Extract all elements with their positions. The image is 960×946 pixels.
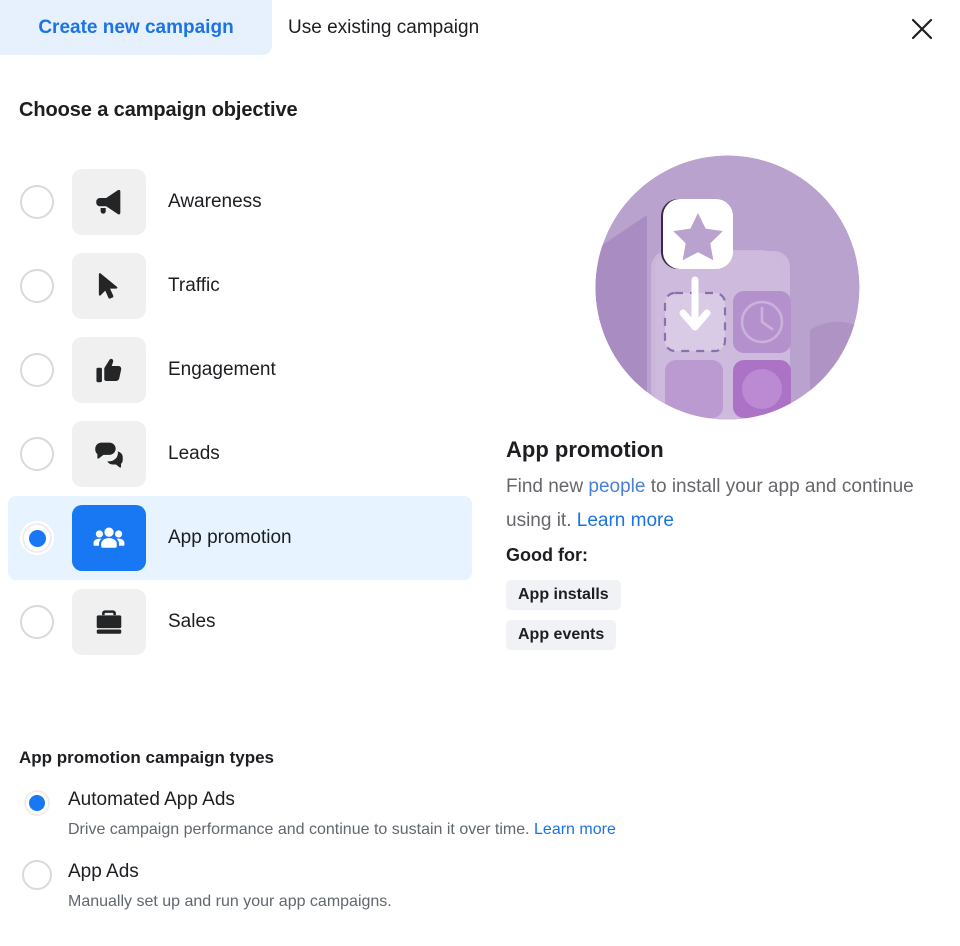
campaign-types-heading: App promotion campaign types <box>19 748 275 767</box>
radio-sales[interactable] <box>20 605 54 639</box>
objective-label-awareness: Awareness <box>168 191 262 212</box>
tab-create-new-campaign-label: Create new campaign <box>38 16 234 38</box>
objective-list: Awareness Traffic Engagement Leads App p… <box>0 160 480 664</box>
app-promotion-illustration <box>595 155 860 420</box>
objective-label-leads: Leads <box>168 443 220 464</box>
people-group-icon <box>72 505 146 571</box>
objective-label-traffic: Traffic <box>168 275 220 296</box>
radio-awareness[interactable] <box>20 185 54 219</box>
chip-app-installs: App installs <box>506 580 621 610</box>
campaign-type-subtitle-text-0: Drive campaign performance and continue … <box>68 821 530 838</box>
tab-use-existing-campaign-label: Use existing campaign <box>288 16 480 38</box>
megaphone-icon <box>72 169 146 235</box>
good-for-chips: App installs App events <box>506 580 621 660</box>
objective-label-sales: Sales <box>168 611 216 632</box>
objective-section-heading: Choose a campaign objective <box>19 99 298 121</box>
close-icon[interactable] <box>902 9 942 49</box>
campaign-type-learn-more-link[interactable]: Learn more <box>534 821 616 838</box>
campaign-type-subtitle-app-ads: Manually set up and run your app campaig… <box>68 888 392 916</box>
detail-desc-part-1: Find new <box>506 476 589 497</box>
briefcase-icon <box>72 589 146 655</box>
tab-create-new-campaign[interactable]: Create new campaign <box>0 0 272 55</box>
campaign-type-title-automated-app-ads: Automated App Ads <box>68 789 235 810</box>
objective-row-traffic[interactable]: Traffic <box>8 244 472 328</box>
campaign-type-subtitle-text-1: Manually set up and run your app campaig… <box>68 893 392 910</box>
objective-row-sales[interactable]: Sales <box>8 580 472 664</box>
detail-title: App promotion <box>506 437 664 462</box>
good-for-label: Good for: <box>506 545 588 565</box>
campaign-type-subtitle-automated-app-ads: Drive campaign performance and continue … <box>68 816 616 844</box>
tab-use-existing-campaign[interactable]: Use existing campaign <box>288 0 538 55</box>
campaign-type-row-automated-app-ads[interactable]: Automated App Ads Drive campaign perform… <box>0 786 820 858</box>
tab-bar: Create new campaign Use existing campaig… <box>0 0 960 56</box>
cursor-icon <box>72 253 146 319</box>
radio-app-ads[interactable] <box>22 860 52 890</box>
objective-label-engagement: Engagement <box>168 359 276 380</box>
campaign-type-title-app-ads: App Ads <box>68 861 139 882</box>
chip-app-events: App events <box>506 620 617 650</box>
detail-description: Find new people to install your app and … <box>506 470 926 538</box>
campaign-objective-dialog: Create new campaign Use existing campaig… <box>0 0 960 946</box>
radio-leads[interactable] <box>20 437 54 471</box>
objective-detail-panel: App promotion Find new people to install… <box>500 155 940 650</box>
radio-traffic[interactable] <box>20 269 54 303</box>
chat-bubbles-icon <box>72 421 146 487</box>
objective-row-awareness[interactable]: Awareness <box>8 160 472 244</box>
detail-desc-people-link[interactable]: people <box>588 476 645 497</box>
detail-desc-learn-more-link[interactable]: Learn more <box>577 510 674 531</box>
objective-label-app-promotion: App promotion <box>168 527 292 548</box>
radio-app-promotion[interactable] <box>20 521 54 555</box>
campaign-type-row-app-ads[interactable]: App Ads Manually set up and run your app… <box>0 858 820 930</box>
objective-row-engagement[interactable]: Engagement <box>8 328 472 412</box>
objective-row-app-promotion[interactable]: App promotion <box>8 496 472 580</box>
radio-automated-app-ads[interactable] <box>22 788 52 818</box>
thumbs-up-icon <box>72 337 146 403</box>
radio-engagement[interactable] <box>20 353 54 387</box>
campaign-types-list: Automated App Ads Drive campaign perform… <box>0 786 820 930</box>
objective-row-leads[interactable]: Leads <box>8 412 472 496</box>
